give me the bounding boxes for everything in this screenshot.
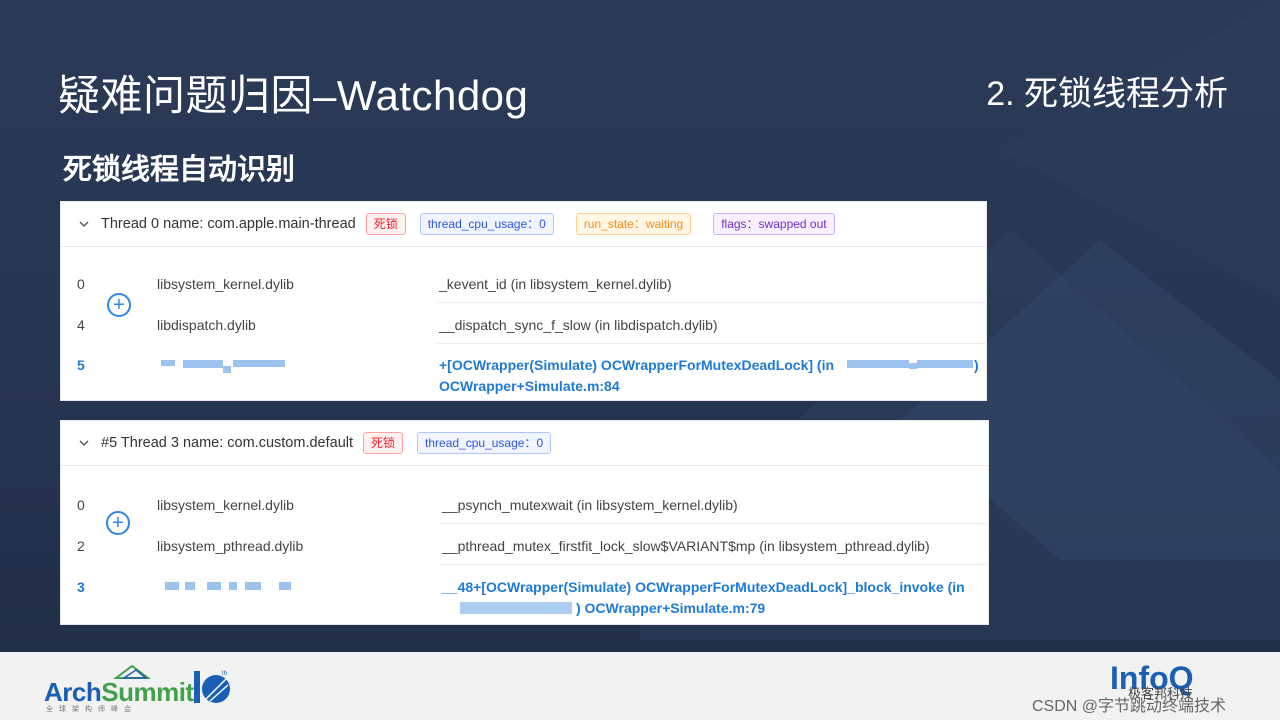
frame-index: 0	[77, 276, 85, 292]
logo-text-summit: Summit	[101, 677, 194, 707]
redacted-library	[207, 582, 221, 590]
flags-tag: flags：swapped out	[713, 213, 835, 235]
frame-symbol: __pthread_mutex_firstfit_lock_slow$VARIA…	[442, 538, 930, 554]
csdn-watermark: CSDN @字节跳动终端技术	[1032, 698, 1227, 715]
thread-panel-header[interactable]: #5 Thread 3 name: com.custom.default 死锁 …	[61, 421, 988, 466]
frame-symbol-line2: OCWrapper+Simulate.m:84	[439, 378, 620, 394]
frame-library: libsystem_kernel.dylib	[157, 497, 294, 513]
frame-symbol-line1: +[OCWrapper(Simulate) OCWrapperForMutexD…	[439, 357, 835, 373]
frame-symbol-line1-end: )	[974, 357, 979, 373]
frame-index: 2	[77, 538, 85, 554]
archsummit-subtitle: 全球架构师峰会	[46, 706, 137, 713]
frame-index: 3	[77, 579, 85, 595]
redacted-path	[460, 602, 572, 614]
chevron-down-icon[interactable]	[77, 217, 91, 231]
redacted-path	[917, 360, 973, 368]
thread-name: Thread 0 name: com.apple.main-thread	[101, 216, 356, 232]
anniversary-badge-icon: th	[194, 671, 230, 703]
frame-symbol: __48+[OCWrapper(Simulate) OCWrapperForMu…	[442, 577, 988, 619]
logo-text-arch: Arch	[44, 677, 102, 707]
run-state-tag: run_state：waiting	[575, 213, 692, 235]
frame-symbol-line2: ) OCWrapper+Simulate.m:79	[576, 600, 766, 616]
redacted-path	[847, 360, 909, 368]
frame-library: libdispatch.dylib	[157, 317, 256, 333]
row-divider	[440, 564, 988, 565]
frame-index: 0	[77, 497, 85, 513]
chevron-down-icon[interactable]	[77, 436, 91, 450]
frame-library: libsystem_kernel.dylib	[157, 276, 294, 292]
frame-symbol: +[OCWrapper(Simulate) OCWrapperForMutexD…	[439, 355, 984, 397]
slide-title: 疑难问题归因–Watchdog	[58, 72, 529, 119]
row-divider	[437, 302, 986, 303]
frame-index: 5	[77, 357, 85, 373]
redacted-path	[909, 363, 917, 369]
frame-symbol-line1: __48+[OCWrapper(Simulate) OCWrapperForMu…	[442, 579, 965, 595]
thread-panel-custom: #5 Thread 3 name: com.custom.default 死锁 …	[60, 420, 989, 625]
row-divider	[440, 523, 988, 524]
thread-name: #5 Thread 3 name: com.custom.default	[101, 435, 354, 451]
expand-plus-icon[interactable]: +	[107, 293, 131, 317]
frame-symbol: __dispatch_sync_f_slow (in libdispatch.d…	[439, 317, 718, 333]
thread-panel-header[interactable]: Thread 0 name: com.apple.main-thread 死锁 …	[61, 202, 986, 247]
deadlock-tag: 死锁	[365, 213, 406, 235]
redacted-library	[183, 360, 223, 368]
deadlock-tag: 死锁	[363, 432, 404, 454]
cpu-usage-tag: thread_cpu_usage：0	[419, 213, 554, 235]
redacted-library	[223, 366, 231, 373]
frame-library: libsystem_pthread.dylib	[157, 538, 304, 554]
redacted-library	[245, 582, 261, 590]
frame-index: 4	[77, 317, 85, 333]
redacted-library	[279, 582, 291, 590]
redacted-library	[161, 360, 175, 366]
redacted-library	[229, 582, 237, 590]
frame-symbol: __psynch_mutexwait (in libsystem_kernel.…	[442, 497, 738, 513]
section-title: 2. 死锁线程分析	[986, 75, 1228, 113]
thread-panel-main: Thread 0 name: com.apple.main-thread 死锁 …	[60, 201, 987, 401]
row-divider	[437, 343, 986, 344]
expand-plus-icon[interactable]: +	[106, 511, 130, 535]
frame-symbol: _kevent_id (in libsystem_kernel.dylib)	[439, 276, 672, 292]
badge-superscript: th	[222, 671, 227, 677]
redacted-library	[233, 360, 285, 367]
redacted-library	[185, 582, 195, 590]
slide-subtitle: 死锁线程自动识别	[63, 154, 296, 186]
redacted-library	[165, 582, 179, 590]
cpu-usage-tag: thread_cpu_usage：0	[417, 432, 552, 454]
